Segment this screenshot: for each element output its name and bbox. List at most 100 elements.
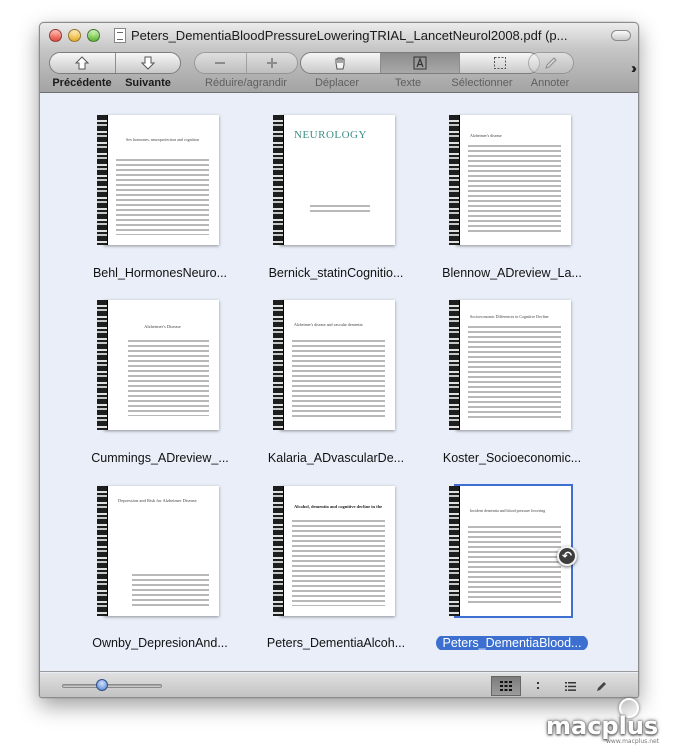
document-label-selected: Peters_DementiaBlood...	[432, 636, 592, 650]
tool-segment	[300, 52, 540, 74]
document-thumbnail[interactable]: Depression and Risk for Alzheimer Diseas…	[97, 486, 219, 616]
previous-label: Précédente	[52, 77, 112, 89]
spiral-binding	[449, 300, 460, 430]
document-thumbnail[interactable]: Alcohol, dementia and cognitive decline …	[273, 486, 395, 616]
spiral-binding	[273, 300, 284, 430]
watermark-url: www.macplus.net	[606, 738, 660, 745]
document-thumbnail[interactable]: Alzheimer's Disease	[97, 300, 219, 430]
document-heading: Alzheimer's Disease	[144, 324, 181, 329]
zoom-in-button[interactable]	[247, 53, 298, 73]
text-lines	[468, 526, 561, 606]
document-thumbnail[interactable]: NEUROLOGY	[273, 115, 395, 245]
spiral-binding	[449, 115, 460, 245]
minus-icon	[215, 62, 226, 64]
text-lines	[128, 340, 209, 416]
text-lines	[292, 520, 385, 606]
text-lines	[116, 159, 209, 235]
document-label: Bernick_statinCognitio...	[268, 266, 404, 280]
annotate-segment	[528, 52, 574, 74]
text-lines	[468, 326, 561, 420]
page-preview: Socioeconomic Differences in Cognitive D…	[456, 300, 571, 430]
text-tool-button[interactable]	[380, 53, 461, 73]
double-chevron-icon[interactable]: ››	[631, 60, 637, 77]
move-tool-button[interactable]	[301, 53, 381, 73]
document-heading: Alzheimer's disease	[470, 133, 502, 138]
document-label: Behl_HormonesNeuro...	[92, 266, 228, 280]
document-label: Blennow_ADreview_La...	[442, 266, 582, 280]
list-view-icon[interactable]	[555, 676, 585, 696]
text-lines	[468, 145, 561, 235]
macplus-watermark: macplus www.macplus.net	[546, 698, 676, 746]
spiral-binding	[97, 115, 108, 245]
pdf-document-icon[interactable]	[114, 28, 126, 43]
page-preview: Alzheimer's Disease	[104, 300, 219, 430]
page-preview: Incident dementia and blood pressure low…	[456, 486, 571, 616]
zoom-label: Réduire/agrandir	[205, 77, 287, 89]
document-thumbnail[interactable]: Socioeconomic Differences in Cognitive D…	[449, 300, 571, 430]
document-label: Kalaria_ADvascularDe...	[267, 451, 405, 465]
document-heading: Alcohol, dementia and cognitive decline …	[294, 504, 383, 509]
journal-title: NEUROLOGY	[294, 129, 367, 141]
toolbar-toggle-button[interactable]	[611, 30, 631, 41]
page-preview: Alzheimer's disease and vascular dementi…	[280, 300, 395, 430]
zoom-out-button[interactable]	[195, 53, 247, 73]
page-preview: Alzheimer's disease	[456, 115, 571, 245]
move-label: Déplacer	[314, 77, 360, 89]
document-heading: Depression and Risk for Alzheimer Diseas…	[118, 498, 197, 503]
page-preview: Alcohol, dementia and cognitive decline …	[280, 486, 395, 616]
spiral-binding	[449, 486, 460, 616]
text-lines	[310, 205, 370, 215]
annotate-pen-icon[interactable]	[587, 676, 617, 696]
document-label: Koster_Socioeconomic...	[442, 451, 582, 465]
document-heading: Incident dementia and blood pressure low…	[470, 508, 546, 513]
watermark-brand: macplus	[546, 712, 659, 740]
window-title: Peters_DementiaBloodPressureLoweringTRIA…	[131, 28, 568, 43]
spiral-binding	[273, 115, 284, 245]
document-label: Peters_DementiaAlcoh...	[266, 636, 406, 650]
document-heading: Sex hormones, neuroprotection and cognit…	[126, 137, 199, 142]
document-heading: Alzheimer's disease and vascular dementi…	[294, 322, 363, 327]
grid-view-icon[interactable]	[491, 676, 521, 696]
thumbnail-grid: Sex hormones, neuroprotection and cognit…	[40, 94, 638, 672]
bottom-bar	[40, 673, 638, 697]
marquee-select-icon	[493, 57, 506, 69]
text-lines	[132, 574, 209, 606]
annotate-button[interactable]	[529, 53, 573, 73]
spiral-binding	[97, 300, 108, 430]
document-heading: Socioeconomic Differences in Cognitive D…	[470, 314, 549, 319]
next-label: Suivante	[125, 77, 171, 89]
rotate-page-icon[interactable]: ↶	[557, 546, 577, 566]
title-bar[interactable]: Peters_DementiaBloodPressureLoweringTRIA…	[40, 23, 638, 49]
page-preview: Sex hormones, neuroprotection and cognit…	[104, 115, 219, 245]
select-label: Sélectionner	[451, 77, 513, 89]
document-thumbnail-selected[interactable]: Incident dementia and blood pressure low…	[449, 486, 571, 616]
pencil-icon	[545, 57, 557, 69]
page-preview: NEUROLOGY	[280, 115, 395, 245]
arrow-down-icon	[140, 56, 155, 70]
arrow-up-icon	[75, 56, 90, 70]
page-preview: Depression and Risk for Alzheimer Diseas…	[104, 486, 219, 616]
document-thumbnail[interactable]: Sex hormones, neuroprotection and cognit…	[97, 115, 219, 245]
annotate-label: Annoter	[530, 77, 570, 89]
document-thumbnail[interactable]: Alzheimer's disease and vascular dementi…	[273, 300, 395, 430]
spiral-binding	[97, 486, 108, 616]
text-lines	[292, 340, 385, 420]
minimize-button[interactable]	[68, 29, 81, 42]
plus-icon	[266, 58, 277, 68]
document-label: Ownby_DepresionAnd...	[92, 636, 228, 650]
document-thumbnail[interactable]: Alzheimer's disease	[449, 115, 571, 245]
text-cursor-icon	[413, 56, 427, 70]
text-label: Texte	[394, 77, 422, 89]
close-button[interactable]	[49, 29, 62, 42]
single-page-icon[interactable]	[523, 676, 553, 696]
navigation-segment	[49, 52, 181, 74]
slider-knob[interactable]	[96, 679, 108, 691]
hand-icon	[335, 57, 345, 70]
zoom-button[interactable]	[87, 29, 100, 42]
document-label: Cummings_ADreview_...	[91, 451, 229, 465]
spiral-binding	[273, 486, 284, 616]
previous-button[interactable]	[50, 53, 116, 73]
thumbnail-size-slider[interactable]	[62, 684, 162, 688]
next-button[interactable]	[116, 53, 181, 73]
preview-window: Peters_DementiaBloodPressureLoweringTRIA…	[39, 22, 639, 698]
